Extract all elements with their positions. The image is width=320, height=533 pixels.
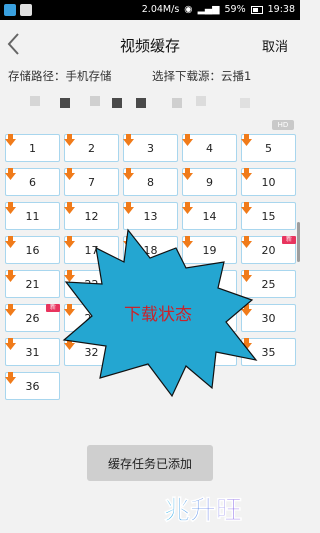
episode-number: 13 [143, 210, 158, 223]
episode-tile[interactable]: 19 [182, 236, 237, 264]
episode-number: 1 [29, 142, 36, 155]
episode-number: 34 [202, 346, 217, 359]
episode-number: 20 [261, 244, 276, 257]
episode-tile[interactable]: 21 [5, 270, 60, 298]
episode-tile[interactable]: 16 [5, 236, 60, 264]
episode-tile[interactable]: 5 [241, 134, 296, 162]
episode-tile[interactable]: 14 [182, 202, 237, 230]
episode-number: 8 [147, 176, 154, 189]
episode-number: 32 [84, 346, 99, 359]
episode-tile[interactable]: 35 [241, 338, 296, 366]
episode-tile[interactable]: 3 [123, 134, 178, 162]
episode-number: 6 [29, 176, 36, 189]
episode-number: 22 [84, 278, 99, 291]
episode-number: 35 [261, 346, 276, 359]
episode-number: 36 [25, 380, 40, 393]
episode-number: 10 [261, 176, 276, 189]
episode-number: 17 [84, 244, 99, 257]
episode-tile[interactable]: 7 [64, 168, 119, 196]
episode-tile[interactable]: 30 [241, 304, 296, 332]
episode-number: 11 [25, 210, 40, 223]
episode-tile[interactable]: 20 新 [241, 236, 296, 264]
episode-tile[interactable]: 34 [182, 338, 237, 366]
episode-tile[interactable]: 33 [123, 338, 178, 366]
episode-tile[interactable]: 24 [182, 270, 237, 298]
episode-number: 31 [25, 346, 40, 359]
episode-tile[interactable]: 4 [182, 134, 237, 162]
episode-number: 30 [261, 312, 276, 325]
episode-tile[interactable]: 11 [5, 202, 60, 230]
episode-number: 7 [88, 176, 95, 189]
episode-number: 26 [25, 312, 40, 325]
episode-tile[interactable]: 31 [5, 338, 60, 366]
download-status-label: 下载状态 [124, 305, 192, 325]
episode-tile[interactable]: 26 新 [5, 304, 60, 332]
episode-number: 21 [25, 278, 40, 291]
watermark-logo: 兆升旺 [164, 496, 243, 526]
episode-tile[interactable]: 22 [64, 270, 119, 298]
episode-number: 14 [202, 210, 217, 223]
episode-tile[interactable]: 17 [64, 236, 119, 264]
episode-tile[interactable]: 12 [64, 202, 119, 230]
episode-number: 25 [261, 278, 276, 291]
new-badge: 新 [282, 236, 296, 244]
episode-tile[interactable]: 9 [182, 168, 237, 196]
episode-tile[interactable]: 15 [241, 202, 296, 230]
episode-number: 19 [202, 244, 217, 257]
new-badge: 新 [46, 304, 60, 312]
scrollbar[interactable] [297, 222, 300, 262]
episode-number: 23 [143, 278, 158, 291]
episode-tile[interactable]: 10 [241, 168, 296, 196]
cache-task-added-button[interactable]: 缓存任务已添加 [87, 445, 213, 481]
episode-tile[interactable]: 13 [123, 202, 178, 230]
episode-tile[interactable]: 36 [5, 372, 60, 400]
episode-tile[interactable]: 25 [241, 270, 296, 298]
episode-number: 5 [265, 142, 272, 155]
episode-tile[interactable]: 6 [5, 168, 60, 196]
episode-number: 15 [261, 210, 276, 223]
episode-number: 33 [143, 346, 158, 359]
episode-number: 3 [147, 142, 154, 155]
episode-number: 12 [84, 210, 99, 223]
svg-text:兆升旺: 兆升旺 [164, 496, 242, 526]
episode-number: 16 [25, 244, 40, 257]
episode-tile[interactable]: 1 [5, 134, 60, 162]
episode-tile[interactable]: 8 [123, 168, 178, 196]
episode-number: 2 [88, 142, 95, 155]
episode-tile[interactable]: 18 [123, 236, 178, 264]
episode-number: 4 [206, 142, 213, 155]
episode-number: 9 [206, 176, 213, 189]
episode-tile[interactable]: 2 [64, 134, 119, 162]
episode-number: 18 [143, 244, 158, 257]
episode-number: 24 [202, 278, 217, 291]
episode-tile[interactable]: 23 [123, 270, 178, 298]
episode-tile[interactable]: 32 [64, 338, 119, 366]
